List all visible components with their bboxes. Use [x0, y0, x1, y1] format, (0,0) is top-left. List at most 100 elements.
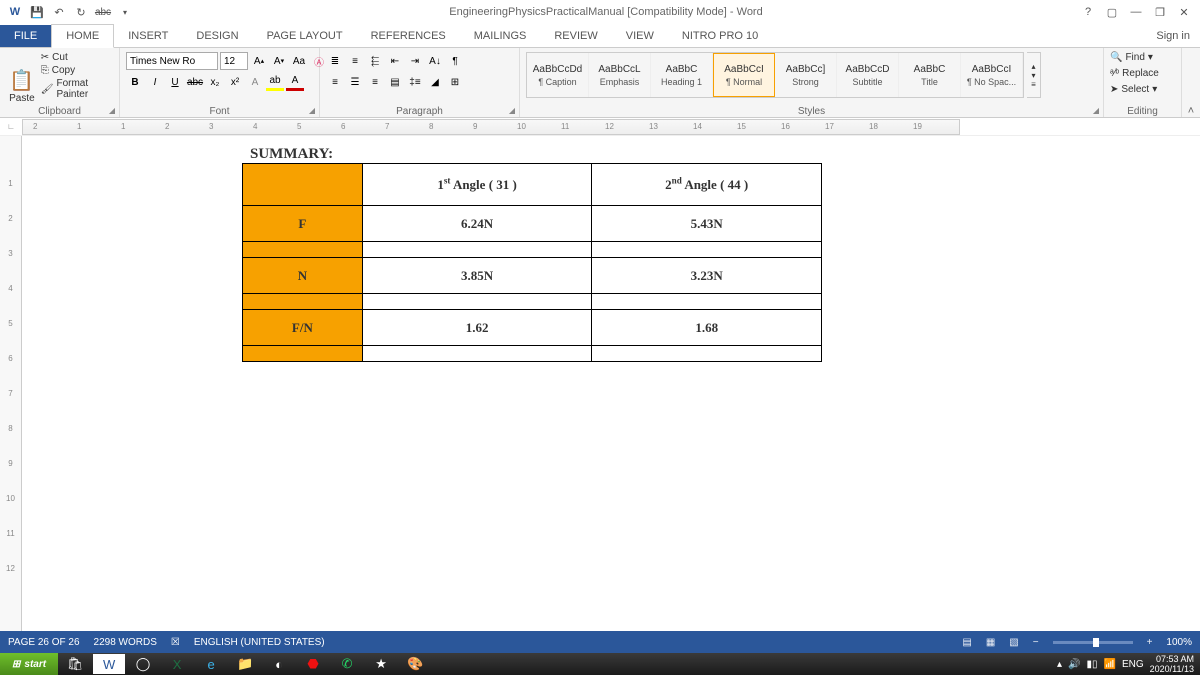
save-icon[interactable]: 💾 — [28, 6, 46, 19]
tab-design[interactable]: DESIGN — [182, 25, 252, 47]
sort-button[interactable]: A↓ — [426, 52, 444, 70]
numbering-button[interactable]: ≡ — [346, 52, 364, 70]
paste-button[interactable]: 📋 Paste — [6, 52, 38, 104]
styles-gallery[interactable]: AaBbCcDd¶ CaptionAaBbCcLEmphasisAaBbCHea… — [526, 52, 1024, 98]
format-painter-button[interactable]: 🖌Format Painter — [41, 78, 113, 100]
font-color-button[interactable]: A — [286, 73, 304, 91]
paragraph-launcher-icon[interactable]: ◢ — [509, 106, 515, 115]
zoom-slider[interactable] — [1053, 641, 1133, 644]
status-proof-icon[interactable]: ☒ — [171, 637, 180, 648]
task-adobe-icon[interactable]: ⬣ — [297, 654, 329, 674]
copy-button[interactable]: ⎘Copy — [41, 65, 113, 76]
line-spacing-button[interactable]: ‡≡ — [406, 73, 424, 91]
ribbon-display-icon[interactable]: ▢ — [1102, 6, 1122, 19]
style-caption[interactable]: AaBbCcDd¶ Caption — [527, 53, 589, 97]
styles-more-icon[interactable]: ≡ — [1027, 80, 1040, 89]
align-left-button[interactable]: ≡ — [326, 73, 344, 91]
task-chrome-icon[interactable]: ◯ — [127, 654, 159, 674]
style-title[interactable]: AaBbCTitle — [899, 53, 961, 97]
tab-references[interactable]: REFERENCES — [357, 25, 460, 47]
ruler-vertical[interactable]: 123456789101112 — [0, 136, 22, 631]
task-star-icon[interactable]: ★ — [365, 654, 397, 674]
tray-battery-icon[interactable]: ▮▯ — [1086, 659, 1097, 670]
bullets-button[interactable]: ≣ — [326, 52, 344, 70]
task-excel-icon[interactable]: X — [161, 654, 193, 674]
sign-in-link[interactable]: Sign in — [1146, 25, 1200, 47]
collapse-ribbon-icon[interactable]: ˄ — [1182, 48, 1200, 117]
outdent-button[interactable]: ⇤ — [386, 52, 404, 70]
replace-button[interactable]: ᵃ⁄ᵇReplace — [1110, 68, 1159, 79]
maximize-icon[interactable]: ❐ — [1150, 6, 1170, 19]
cut-button[interactable]: ✂Cut — [41, 52, 113, 63]
strike-button[interactable]: abc — [186, 73, 204, 91]
subscript-button[interactable]: x₂ — [206, 73, 224, 91]
ruler-horizontal[interactable]: 2112345678910111213141516171819 — [22, 119, 960, 135]
spellcheck-icon[interactable]: abc — [94, 7, 112, 18]
superscript-button[interactable]: x² — [226, 73, 244, 91]
status-page[interactable]: PAGE 26 OF 26 — [8, 637, 80, 648]
task-edge-icon[interactable]: ◐ — [263, 654, 295, 674]
status-words[interactable]: 2298 WORDS — [94, 637, 157, 648]
clipboard-launcher-icon[interactable]: ◢ — [109, 106, 115, 115]
tray-lang[interactable]: ENG — [1122, 659, 1144, 670]
text-effects-button[interactable]: A — [246, 73, 264, 91]
task-ie-icon[interactable]: e — [195, 654, 227, 674]
task-whatsapp-icon[interactable]: ✆ — [331, 654, 363, 674]
font-launcher-icon[interactable]: ◢ — [309, 106, 315, 115]
change-case-button[interactable]: Aa — [290, 52, 308, 70]
styles-launcher-icon[interactable]: ◢ — [1093, 106, 1099, 115]
underline-button[interactable]: U — [166, 73, 184, 91]
tab-insert[interactable]: INSERT — [114, 25, 182, 47]
bold-button[interactable]: B — [126, 73, 144, 91]
help-icon[interactable]: ? — [1078, 6, 1098, 18]
undo-icon[interactable]: ↶ — [50, 6, 68, 19]
task-explorer-icon[interactable]: 📁 — [229, 654, 261, 674]
tray-clock[interactable]: 07:53 AM 2020/11/13 — [1150, 654, 1194, 674]
minimize-icon[interactable]: — — [1126, 6, 1146, 18]
font-name-input[interactable] — [126, 52, 218, 70]
view-print-icon[interactable]: ▦ — [986, 637, 995, 648]
view-web-icon[interactable]: ▧ — [1009, 637, 1018, 648]
select-button[interactable]: ➤Select ▾ — [1110, 84, 1157, 95]
highlight-button[interactable]: ab — [266, 73, 284, 91]
multilevel-button[interactable]: ⬱ — [366, 52, 384, 70]
task-store-icon[interactable]: 🛍 — [59, 654, 91, 674]
tab-mailings[interactable]: MAILINGS — [460, 25, 541, 47]
tray-network-icon[interactable]: 📶 — [1103, 659, 1115, 670]
tab-review[interactable]: REVIEW — [540, 25, 611, 47]
zoom-minus-icon[interactable]: − — [1033, 637, 1039, 648]
tab-file[interactable]: FILE — [0, 25, 51, 47]
style-nospac[interactable]: AaBbCcI¶ No Spac... — [961, 53, 1023, 97]
style-normal[interactable]: AaBbCcI¶ Normal — [713, 53, 775, 97]
tray-up-icon[interactable]: ▴ — [1057, 659, 1062, 670]
redo-icon[interactable]: ↻ — [72, 6, 90, 19]
zoom-plus-icon[interactable]: + — [1147, 637, 1153, 648]
task-word-icon[interactable]: W — [93, 654, 125, 674]
tray-sound-icon[interactable]: 🔊 — [1068, 659, 1080, 670]
tab-view[interactable]: VIEW — [612, 25, 668, 47]
borders-button[interactable]: ⊞ — [446, 73, 464, 91]
italic-button[interactable]: I — [146, 73, 164, 91]
summary-table[interactable]: 1st Angle ( 31 ) 2nd Angle ( 44 ) F6.24N… — [242, 163, 822, 362]
align-right-button[interactable]: ≡ — [366, 73, 384, 91]
grow-font-button[interactable]: A▴ — [250, 52, 268, 70]
font-size-input[interactable] — [220, 52, 248, 70]
find-button[interactable]: 🔍Find ▾ — [1110, 52, 1153, 63]
style-heading[interactable]: AaBbCHeading 1 — [651, 53, 713, 97]
task-paint-icon[interactable]: 🎨 — [399, 654, 431, 674]
styles-scroll-down-icon[interactable]: ▾ — [1027, 71, 1040, 80]
styles-scroll-up-icon[interactable]: ▴ — [1027, 62, 1040, 71]
justify-button[interactable]: ▤ — [386, 73, 404, 91]
tab-pagelayout[interactable]: PAGE LAYOUT — [253, 25, 357, 47]
status-lang[interactable]: ENGLISH (UNITED STATES) — [194, 637, 325, 648]
style-strong[interactable]: AaBbCc]Strong — [775, 53, 837, 97]
style-emphasis[interactable]: AaBbCcLEmphasis — [589, 53, 651, 97]
zoom-level[interactable]: 100% — [1166, 637, 1192, 648]
close-icon[interactable]: ✕ — [1174, 6, 1194, 19]
document-page[interactable]: SUMMARY: 1st Angle ( 31 ) 2nd Angle ( 44… — [222, 136, 902, 402]
view-read-icon[interactable]: ▤ — [962, 637, 971, 648]
tab-home[interactable]: HOME — [51, 24, 114, 48]
qat-more-icon[interactable]: ▾ — [116, 8, 134, 17]
show-marks-button[interactable]: ¶ — [446, 52, 464, 70]
shading-button[interactable]: ◢ — [426, 73, 444, 91]
